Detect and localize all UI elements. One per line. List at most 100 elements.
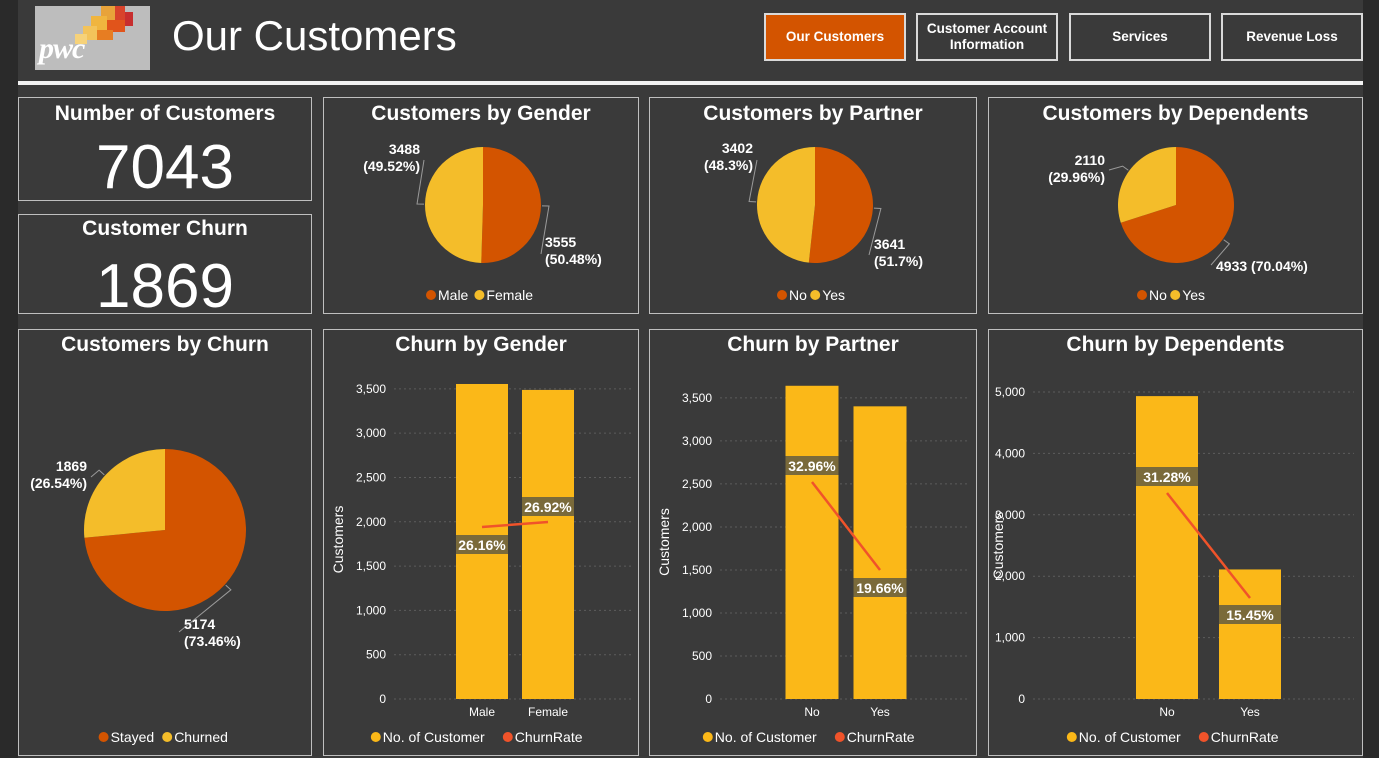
churn_partner-x-tick-0: No [804, 705, 820, 719]
nav-services[interactable]: Services [1069, 13, 1211, 61]
churn_pie-data-label-0-0: 5174 [184, 616, 215, 632]
churn_gender-x-tick-0: Male [469, 705, 495, 719]
churn_pie-legend-marker-1 [162, 732, 173, 742]
churn_dependents-x-tick-1: Yes [1240, 705, 1260, 719]
churn_partner-y-axis-label: Customers [656, 508, 672, 576]
churn_pie-legend-label-0: Stayed [111, 729, 155, 745]
gender-pie-card: Customers by Gender 3555 (50.48%) 3488 (49.… [323, 97, 639, 314]
gender_pie-data-label-1-1: (49.52%) [363, 158, 420, 174]
churn_gender-legend-marker-1 [502, 732, 513, 742]
churn_gender-legend-label-1: ChurnRate [515, 729, 583, 745]
churn_gender-rate-label-0: 26.16% [458, 537, 506, 553]
pwc-logo-wordmark: pwc [39, 32, 85, 65]
dependents_pie-legend-marker-0 [1137, 290, 1147, 300]
churn_partner-bar-yes [853, 406, 907, 699]
churn_partner-y-tick-5: 2,500 [682, 477, 712, 491]
churn_gender-y-tick-2: 1,000 [356, 603, 386, 617]
churn_partner-y-tick-7: 3,500 [682, 391, 712, 405]
dependents_pie-data-label-1-0: 2110 [1075, 152, 1106, 168]
churn_partner-rate-label-0: 32.96% [788, 458, 836, 474]
churn-pie-chart: 5174(73.46%) 1869(26.54%) Stayed Churned [30, 449, 246, 745]
gender_pie-data-label-0-1: (50.48%) [545, 251, 602, 267]
churn-dependents-card: Churn by Dependents 0 1,000 2,000 3,000 4,00… [988, 329, 1363, 756]
partner_pie-legend-label-0: No [789, 287, 807, 303]
churn_partner-y-tick-3: 1,500 [682, 563, 712, 577]
churn-dependents-chart: 01,0002,0003,0004,0005,000CustomersNo Yes… [990, 385, 1354, 745]
churn_pie-data-label-1-1: (26.54%) [30, 475, 87, 491]
churn_pie-data-label-1-0: 1869 [56, 458, 87, 474]
page-title: Our Customers [172, 12, 457, 59]
partner_pie-slice-no [808, 147, 874, 263]
churn_partner-y-tick-6: 3,000 [682, 434, 712, 448]
churn_pie-legend-marker-0 [98, 732, 109, 742]
churn_dependents-y-tick-1: 1,000 [995, 631, 1025, 645]
churn_partner-legend-label-1: ChurnRate [847, 729, 915, 745]
header-divider [18, 81, 1363, 85]
partner-pie-chart: 3641(51.7%) 3402(48.3%) No Yes [704, 140, 923, 303]
partner_pie-legend-label-1: Yes [822, 287, 845, 303]
gender_pie-legend-marker-0 [426, 290, 436, 300]
kpi-card-churn: Customer Churn 1869 [18, 214, 312, 321]
churn_partner-y-tick-1: 500 [692, 649, 712, 663]
churn_partner-y-tick-4: 2,000 [682, 520, 712, 534]
kpi-title-customers: Number of Customers [54, 102, 276, 125]
churn_gender-legend-marker-0 [370, 732, 381, 742]
churn-pie-card: Customers by Churn 5174 (73.46%) 1869 (26.5… [18, 329, 312, 756]
churn_pie-data-label-0-1: (73.46%) [184, 633, 241, 649]
churn_dependents-legend-marker-1 [1198, 732, 1209, 742]
partner_pie-legend-marker-1 [810, 290, 821, 300]
churn-partner-card: Churn by Partner 0 500 1,000 1,500 2,000 2,50… [649, 329, 977, 756]
pwc-logo: pwc [35, 6, 150, 70]
nav-customer-account-information[interactable]: Customer Account Information [916, 13, 1058, 61]
churn_gender-y-tick-0: 0 [379, 692, 386, 706]
churn_gender-bar-female [522, 389, 574, 699]
churn_gender-y-tick-3: 1,500 [356, 559, 386, 573]
churn_partner-legend-marker-1 [834, 732, 845, 742]
kpi-title-churn: Customer Churn [82, 217, 248, 240]
dependents_pie-legend-label-1: Yes [1182, 287, 1205, 303]
churn-gender-card: Churn by Gender 0 500 1,000 1,500 2,000 2,500… [323, 329, 639, 756]
gender_pie-slice-male [481, 147, 541, 263]
kpi-value-customers: 7043 [96, 133, 234, 202]
churn-partner-chart: 0 500 1,000 1,500 2,000 2,500 3,000 3,500 Custom… [656, 385, 970, 745]
partner_pie-slice-yes [757, 147, 815, 263]
gender-pie-chart: 3555(50.48%) 3488(49.52%) Male Female [363, 141, 602, 303]
churn_gender-y-tick-7: 3,500 [356, 382, 386, 396]
dependents_pie-legend-marker-1 [1170, 290, 1181, 300]
churn_dependents-legend-label-0: No. of Customer [1079, 729, 1181, 745]
partner_pie-data-label-1-0: 3402 [722, 140, 753, 156]
churn_dependents-legend-label-1: ChurnRate [1211, 729, 1279, 745]
churn_dependents-rate-label-0: 31.28% [1143, 469, 1191, 485]
churn_partner-x-tick-1: Yes [870, 705, 890, 719]
partner_pie-data-label-0-1: (51.7%) [874, 253, 923, 269]
churn_gender-rate-label-1: 26.92% [524, 499, 572, 515]
dependents_pie-leader-1 [1108, 165, 1129, 171]
gender_pie-slice-female [424, 147, 483, 263]
right-frame [1363, 0, 1379, 758]
dependents_pie-data-label-1-1: (29.96%) [1048, 169, 1105, 185]
churn_gender-legend-label-0: No. of Customer [383, 729, 485, 745]
partner_pie-data-label-0-0: 3641 [874, 236, 905, 252]
dependents_pie-legend-label-0: No [1149, 287, 1167, 303]
dependents-pie-chart: 4933 (70.04%) 2110(29.96%) No Yes [1048, 147, 1308, 303]
gender_pie-data-label-0-0: 3555 [545, 234, 576, 250]
churn_dependents-y-tick-0: 0 [1018, 692, 1025, 706]
churn_dependents-rate-label-1: 15.45% [1226, 607, 1274, 623]
gender_pie-data-label-1-0: 3488 [389, 141, 420, 157]
gender_pie-legend-label-0: Male [438, 287, 469, 303]
churn_gender-x-tick-1: Female [528, 705, 568, 719]
churn_partner-legend-label-0: No. of Customer [715, 729, 817, 745]
churn_partner-rate-label-1: 19.66% [856, 580, 904, 596]
nav-our-customers[interactable]: Our Customers [764, 13, 906, 61]
churn_dependents-y-tick-4: 4,000 [995, 446, 1025, 460]
churn_partner-y-tick-0: 0 [705, 692, 712, 706]
churn_pie-legend-label-1: Churned [174, 729, 228, 745]
kpi-value-churn: 1869 [96, 252, 234, 321]
dependents-pie-card: Customers by Dependents 4933 (70.04%) 211… [988, 97, 1363, 314]
churn_pie-leader-1 [90, 469, 105, 478]
churn_pie-slice-churned [84, 449, 165, 538]
churn_dependents-bar-yes [1219, 569, 1281, 699]
churn_gender-y-tick-4: 2,000 [356, 515, 386, 529]
nav-revenue-loss[interactable]: Revenue Loss [1221, 13, 1363, 61]
churn_gender-y-axis-label: Customers [330, 506, 346, 574]
